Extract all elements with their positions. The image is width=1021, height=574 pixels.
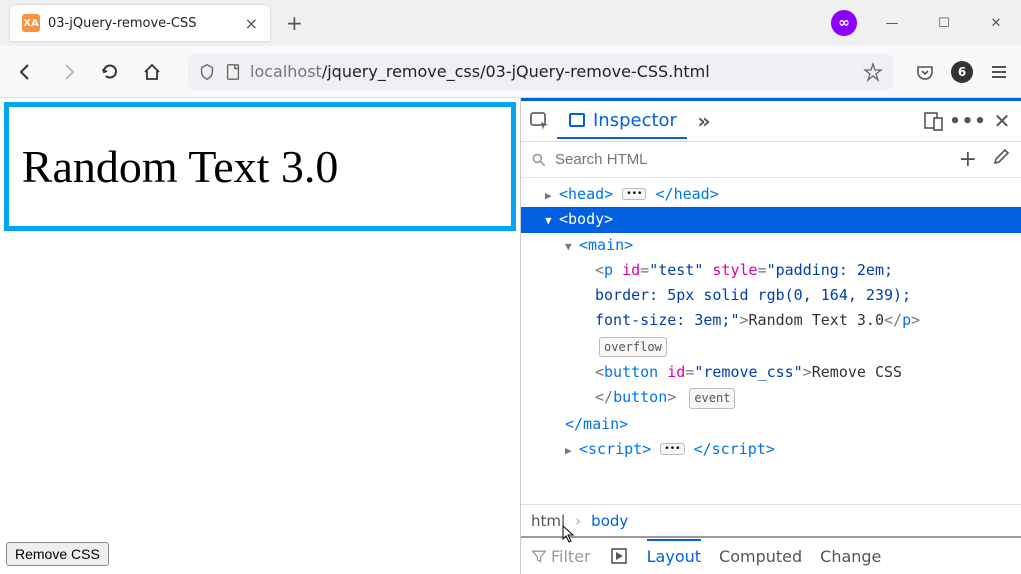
breadcrumb-bar: html › body (521, 504, 1021, 536)
forward-button (54, 58, 82, 86)
tree-head[interactable]: ▶<head> ••• </head> (521, 182, 1021, 207)
devtools-bottom-tabs: Filter Layout Computed Change (521, 536, 1021, 574)
tree-button-element[interactable]: <button id="remove_css">Remove CSS (521, 360, 1021, 385)
home-button[interactable] (138, 58, 166, 86)
more-tabs-icon[interactable]: » (693, 110, 715, 132)
search-icon (531, 152, 547, 168)
bookmark-star-icon[interactable] (863, 62, 883, 82)
add-node-icon[interactable]: + (959, 147, 977, 172)
notification-badge[interactable]: 6 (951, 61, 973, 83)
tree-script[interactable]: ▶<script> ••• </script> (521, 437, 1021, 462)
tree-button-close[interactable]: </button> event (521, 385, 1021, 412)
page-icon (224, 63, 242, 81)
address-bar[interactable]: localhost/jquery_remove_css/03-jQuery-re… (188, 54, 893, 90)
pick-element-icon[interactable] (529, 110, 551, 132)
search-html-input[interactable] (555, 151, 951, 168)
browser-tab[interactable]: XA 03-jQuery-remove-CSS × (10, 5, 270, 41)
close-tab-icon[interactable]: × (245, 14, 258, 33)
remove-css-button[interactable]: Remove CSS (6, 542, 109, 566)
responsive-icon[interactable] (923, 110, 945, 132)
maximize-icon[interactable]: ☐ (927, 9, 961, 37)
tree-p-line2[interactable]: border: 5px solid rgb(0, 164, 239); (521, 283, 1021, 308)
devtools-tabs: Inspector » ••• ✕ (521, 98, 1021, 142)
chevron-right-icon: › (575, 512, 581, 530)
eyedropper-icon[interactable] (991, 147, 1011, 172)
url-text: localhost/jquery_remove_css/03-jQuery-re… (250, 62, 710, 81)
browser-toolbar: localhost/jquery_remove_css/03-jQuery-re… (0, 46, 1021, 98)
xampp-icon: XA (22, 14, 40, 32)
back-button[interactable] (12, 58, 40, 86)
pocket-icon[interactable] (915, 62, 935, 82)
shield-icon (198, 63, 216, 81)
crumb-html[interactable]: html (531, 512, 565, 530)
rendered-text: Random Text 3.0 (22, 139, 498, 194)
close-devtools-icon[interactable]: ✕ (991, 110, 1013, 132)
reload-button[interactable] (96, 58, 124, 86)
toggle-pseudo-icon[interactable] (609, 546, 629, 566)
tree-main[interactable]: ▼<main> (521, 233, 1021, 258)
crumb-body[interactable]: body (591, 512, 628, 530)
close-window-icon[interactable]: ✕ (979, 9, 1013, 37)
devtools-search-bar: + (521, 142, 1021, 178)
test-paragraph: Random Text 3.0 (4, 102, 516, 231)
tab-changes[interactable]: Change (820, 547, 881, 566)
window-titlebar: XA 03-jQuery-remove-CSS × + ∞ — ☐ ✕ (0, 0, 1021, 46)
tab-title: 03-jQuery-remove-CSS (48, 16, 245, 31)
minimize-icon[interactable]: — (875, 9, 909, 37)
overflow-pill[interactable]: overflow (521, 334, 1021, 361)
tree-p-element[interactable]: <p id="test" style="padding: 2em; (521, 258, 1021, 283)
extension-icon[interactable]: ∞ (831, 10, 857, 36)
tree-p-line3[interactable]: font-size: 3em;">Random Text 3.0</p> (521, 308, 1021, 333)
kebab-icon[interactable]: ••• (957, 110, 979, 132)
tree-body[interactable]: ▼<body> (521, 207, 1021, 232)
devtools-panel: Inspector » ••• ✕ + ▶<head> ••• </h (520, 98, 1021, 574)
tab-computed[interactable]: Computed (719, 547, 802, 566)
filter-styles[interactable]: Filter (531, 547, 591, 566)
new-tab-button[interactable]: + (278, 7, 311, 39)
menu-icon[interactable] (989, 62, 1009, 82)
tab-inspector[interactable]: Inspector (557, 104, 687, 139)
tree-main-close[interactable]: </main> (521, 412, 1021, 437)
page-viewport: Random Text 3.0 Remove CSS (0, 98, 520, 574)
dom-tree[interactable]: ▶<head> ••• </head> ▼<body> ▼<main> <p i… (521, 178, 1021, 504)
tab-layout[interactable]: Layout (647, 539, 701, 566)
filter-icon (531, 548, 547, 564)
